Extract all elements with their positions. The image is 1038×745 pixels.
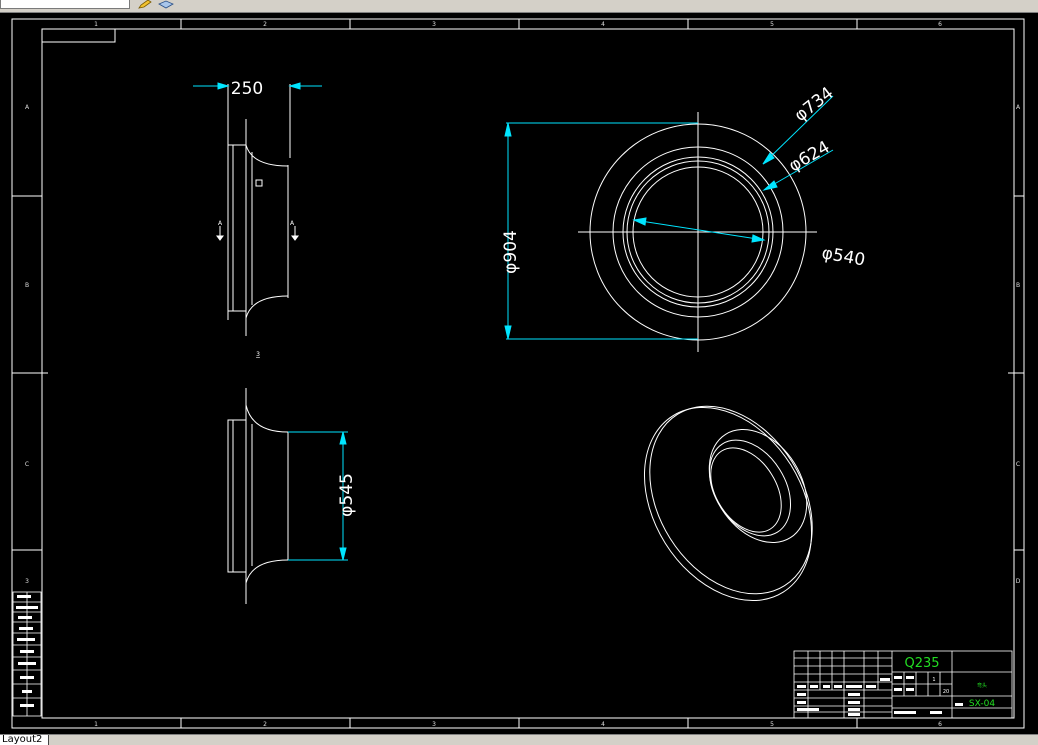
- zone-label-left-b: B: [25, 282, 29, 289]
- view-label: 3: [256, 351, 260, 358]
- quantity-value: 1: [932, 677, 935, 683]
- section-view: [227, 388, 289, 604]
- zone-label-top-1: 1: [94, 21, 98, 28]
- zone-label-bottom-1: 1: [94, 721, 98, 728]
- zone-label-right-d: D: [1016, 578, 1021, 585]
- section-arrows: [216, 226, 299, 241]
- front-view: [578, 112, 817, 352]
- zone-label-top-2: 2: [263, 21, 267, 28]
- layout-tab-bar: Layout2: [0, 734, 1038, 745]
- dimension-904-text: φ904: [501, 230, 521, 274]
- zone-label-top-6: 6: [938, 21, 942, 28]
- zone-label-top-5: 5: [770, 21, 774, 28]
- dimension-540: [632, 217, 766, 243]
- command-field[interactable]: [0, 0, 130, 9]
- zone-label-left-d: 3: [25, 578, 29, 585]
- dimension-734-text: φ734: [791, 83, 838, 126]
- part-name: 弯头: [977, 682, 987, 689]
- scale-value: 20: [943, 689, 949, 695]
- material-text: Q235: [904, 656, 939, 671]
- zone-label-bottom-6: 6: [938, 721, 942, 728]
- zone-label-right-c: C: [1016, 461, 1020, 468]
- drawing-frame: [11, 18, 1025, 729]
- zone-label-bottom-5: 5: [770, 721, 774, 728]
- revision-strip: [12, 591, 42, 717]
- dimension-545-text: φ545: [337, 473, 357, 517]
- side-view: [227, 84, 291, 336]
- dimension-624-text: φ624: [786, 137, 834, 176]
- dimension-540-text: φ540: [820, 243, 866, 270]
- dimension-904: [504, 122, 698, 340]
- pencil-icon[interactable]: [138, 0, 152, 9]
- section-label-right: A: [290, 220, 295, 227]
- zone-label-bottom-3: 3: [432, 721, 436, 728]
- toolbar-strip: [0, 0, 1038, 13]
- zone-label-bottom-2: 2: [263, 721, 267, 728]
- zone-label-right-b: B: [1016, 282, 1020, 289]
- zone-label-right-a: A: [1016, 104, 1021, 111]
- drawing-canvas[interactable]: 1 2 3 4 5 6 1 2 3 4 5 6 A B C 3 A B C D: [0, 13, 1038, 734]
- zone-label-left-a: A: [25, 104, 30, 111]
- layer-icon[interactable]: [158, 0, 174, 9]
- section-label-left: A: [218, 220, 223, 227]
- zone-ticks: [12, 19, 1024, 728]
- zone-label-top-4: 4: [601, 21, 605, 28]
- isometric-view: [643, 405, 813, 602]
- zone-label-top-3: 3: [432, 21, 436, 28]
- zone-label-bottom-4: 4: [601, 721, 605, 728]
- drawing-number: SX-04: [969, 699, 995, 709]
- zone-label-left-c: C: [25, 461, 29, 468]
- dimension-250-text: 250: [231, 79, 263, 99]
